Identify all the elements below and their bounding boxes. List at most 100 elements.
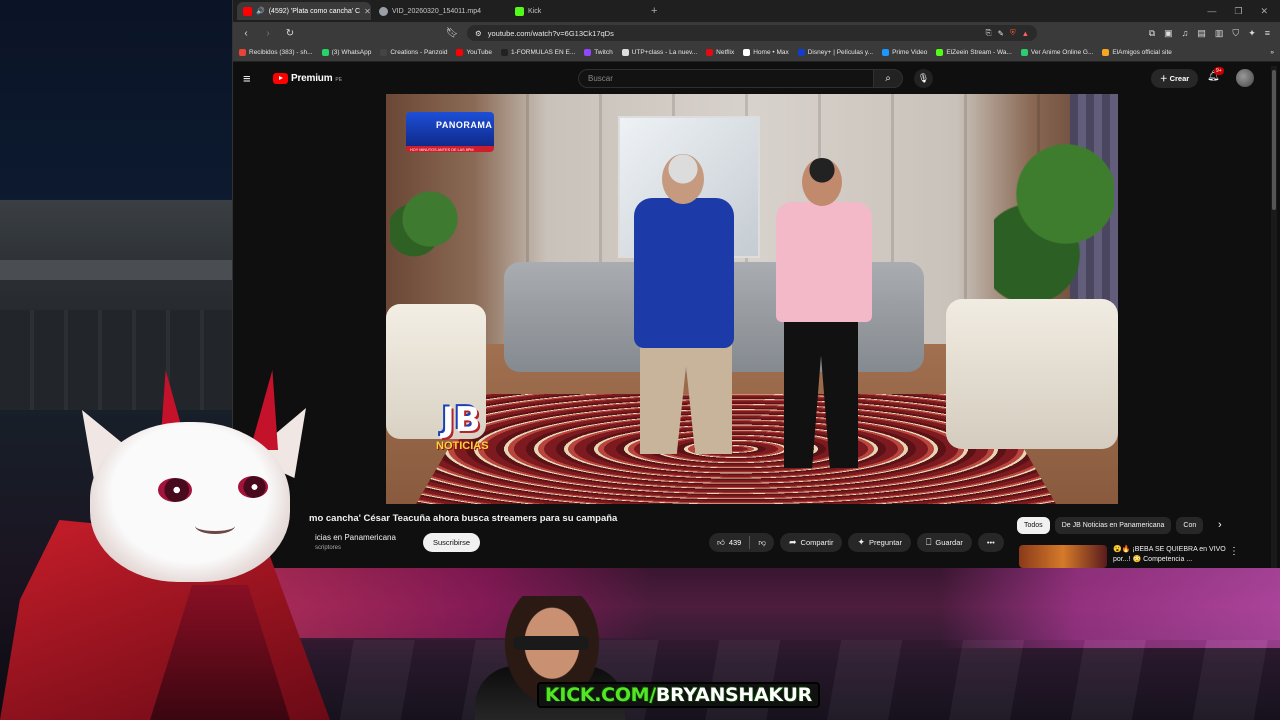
bookmark-item[interactable]: Recibidos (383) - sh... (239, 49, 313, 56)
bookmark-page-icon[interactable]: 🔖︎ (445, 28, 459, 39)
tab-video-file[interactable]: VID_20260320_154011.mp4 (373, 2, 507, 20)
recommendation-title[interactable]: 😮🔥 ¡BEBA SE QUIEBRA en VIVO por...! 😳 Co… (1113, 545, 1233, 565)
microphone-icon: 🎙︎ (917, 73, 930, 83)
maximize-icon[interactable]: ❐ (1234, 6, 1242, 17)
browser-window: 🔊 (4592) 'Plata como cancha' C ✕ VID_202… (232, 0, 1280, 568)
reload-icon[interactable]: ↻ (283, 28, 297, 39)
video-player[interactable]: PANORAMA HOY MINUTOS ANTES DE LAS 8PM JB… (386, 94, 1118, 504)
chevron-right-icon[interactable]: › (1218, 519, 1222, 531)
like-count: 439 (728, 538, 742, 547)
jb-text: JB (442, 400, 481, 440)
kick-favicon-icon (515, 6, 524, 16)
more-vertical-icon[interactable]: ⋮ (1229, 546, 1239, 557)
bookmark-favicon-icon (1020, 49, 1028, 56)
more-horizontal-icon: ••• (986, 538, 995, 547)
kick-channel-banner: KICK.COM/BRYANSHAKUR (537, 682, 820, 708)
vpn-icon[interactable]: ⛉ (1232, 28, 1239, 39)
youtube-premium-logo[interactable]: Premium PE (273, 72, 342, 84)
recommendation-thumbnail[interactable] (1019, 545, 1107, 568)
youtube-header: ≡ Premium PE Buscar ⌕ 🎙︎ ＋ Crear 🔔︎ 9+ (233, 62, 1280, 94)
brave-shield-icon[interactable]: ⛨ (1010, 28, 1016, 38)
plant-right (994, 114, 1114, 314)
split-view-icon[interactable]: ▥ (1215, 28, 1224, 39)
address-bar[interactable]: ⚙ youtube.com/watch?v=6G13Ck17qDs ⎘ ✎ ⛨ … (467, 25, 1037, 41)
chip-related[interactable]: Con (1176, 517, 1204, 534)
chip-from-channel[interactable]: De JB Noticias en Panamericana (1054, 517, 1172, 534)
ai-icon[interactable]: ✦ (1248, 28, 1256, 39)
hamburger-menu-icon[interactable]: ≡ (243, 71, 261, 86)
bookmark-favicon-icon (1102, 49, 1110, 56)
person1-head (662, 154, 704, 204)
bookmark-label: Twitch (594, 49, 613, 56)
bookmark-label: Ver Anime Online G... (1030, 49, 1094, 56)
bookmark-item[interactable]: Ver Anime Online G... (1020, 49, 1094, 56)
extensions-icon[interactable]: ⧉ (1149, 28, 1155, 39)
site-info-icon[interactable]: ⚙ (475, 29, 482, 38)
devil-cat-avatar-overlay (0, 370, 340, 720)
bookmark-label: Netflix (716, 49, 735, 56)
toolbar-icons: ⧉ ▣ ♫ ▤ ▥ ⛉ ✦ ≡ (1149, 28, 1274, 39)
search-button[interactable]: ⌕ (873, 69, 903, 88)
save-button[interactable]: ⎕ Guardar (916, 533, 972, 552)
share-button[interactable]: ➦ Compartir (779, 533, 843, 552)
logo-text: Premium (291, 72, 333, 84)
bookmark-item[interactable]: Twitch (584, 49, 613, 56)
ask-button[interactable]: ✦ Preguntar (848, 533, 911, 552)
jb-noticias-watermark: JB NOTICIAS (424, 400, 532, 466)
share-page-icon[interactable]: ⎘ (986, 28, 992, 38)
bookmark-item[interactable]: YouTube (456, 49, 492, 56)
panorama-subtext: HOY MINUTOS ANTES DE LAS 8PM (410, 148, 474, 152)
wallet-icon[interactable]: ▣ (1164, 28, 1173, 39)
bookmark-item[interactable]: (3) WhatsApp (321, 49, 371, 56)
search-input[interactable]: Buscar (578, 69, 874, 88)
close-tab-icon[interactable]: ✕ (364, 7, 371, 16)
kick-branding-overlay: KICK.COM/BRYANSHAKUR (455, 596, 825, 720)
voice-search-button[interactable]: 🎙︎ (914, 69, 933, 88)
account-avatar[interactable] (1236, 69, 1254, 87)
like-dislike-group: 👍︎ 439 👎︎ (709, 533, 774, 552)
cat-head (90, 422, 290, 582)
new-tab-button[interactable]: + (645, 5, 663, 17)
forward-icon[interactable]: › (261, 28, 275, 39)
save-label: Guardar (935, 538, 963, 547)
bookmark-item[interactable]: Netflix (706, 49, 734, 56)
url-text: youtube.com/watch?v=6G13Ck17qDs (487, 28, 614, 38)
subscribe-button[interactable]: Suscribirse (423, 533, 481, 552)
bookmarks-bar: Recibidos (383) - sh... (3) WhatsApp Creat… (233, 44, 1280, 62)
tab-youtube[interactable]: 🔊 (4592) 'Plata como cancha' C ✕ (237, 2, 371, 20)
bookmark-item[interactable]: Creations - Panzoid (380, 49, 447, 56)
close-window-icon[interactable]: ✕ (1260, 6, 1268, 17)
stream-canvas: 🔊 (4592) 'Plata como cancha' C ✕ VID_202… (0, 0, 1280, 720)
bookmark-item[interactable]: UTP+class - La nuev... (621, 49, 697, 56)
bookmark-item[interactable]: 1-FORMULAS EN E... (500, 49, 576, 56)
bookmark-item[interactable]: ElAmigos official site (1102, 49, 1172, 56)
edit-icon[interactable]: ✎ (998, 29, 1004, 38)
chip-all[interactable]: Todos (1017, 517, 1050, 534)
more-bookmarks-icon[interactable]: » (1270, 49, 1274, 56)
like-button[interactable]: 👍︎ 439 (709, 533, 749, 552)
rewards-icon[interactable]: ▲ (1022, 29, 1029, 38)
dislike-button[interactable]: 👎︎ (750, 533, 774, 552)
armchair-right (946, 299, 1118, 449)
bookmark-favicon-icon (706, 49, 714, 56)
tab-kick[interactable]: Kick (509, 2, 643, 20)
kick-username: BRYANSHAKUR (655, 684, 812, 706)
share-label: Compartir (800, 538, 834, 547)
bookmark-item[interactable]: Prime Video (882, 49, 927, 56)
more-actions-button[interactable]: ••• (977, 533, 1004, 552)
media-icon[interactable]: ♫ (1182, 28, 1189, 39)
bookmark-item[interactable]: ElZeein Stream - Wa... (936, 49, 1012, 56)
back-icon[interactable]: ‹ (239, 28, 253, 39)
bookmark-item[interactable]: Disney+ | Películas y... (797, 49, 873, 56)
scrollbar-thumb[interactable] (1272, 70, 1276, 210)
bookmark-label: Prime Video (892, 49, 928, 56)
menu-icon[interactable]: ≡ (1265, 28, 1270, 39)
bookmark-label: 1-FORMULAS EN E... (510, 49, 576, 56)
sidebar-icon[interactable]: ▤ (1197, 28, 1206, 39)
ask-label: Preguntar (869, 538, 902, 547)
related-chips: Todos De JB Noticias en Panamericana Con (1017, 517, 1204, 534)
bookmark-item[interactable]: Home • Max (743, 49, 789, 56)
minimize-icon[interactable]: — (1207, 6, 1216, 17)
create-button[interactable]: ＋ Crear (1151, 69, 1199, 88)
tab-label: (4592) 'Plata como cancha' C (268, 7, 361, 15)
